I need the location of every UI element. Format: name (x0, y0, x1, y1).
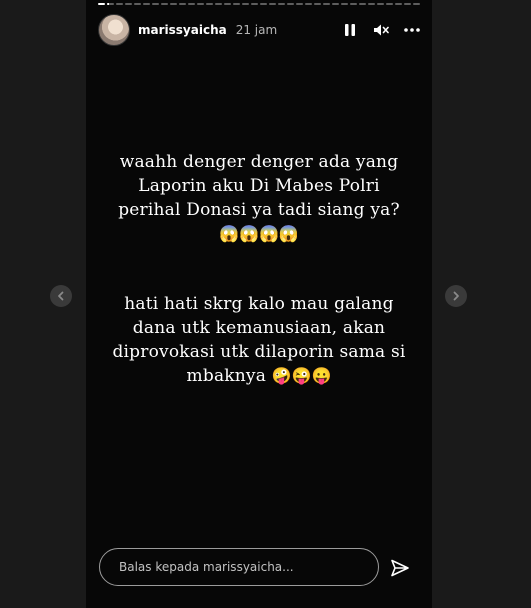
progress-segment (386, 3, 393, 5)
progress-segment (206, 3, 213, 5)
story-paragraph: waahh denger denger ada yang Laporin aku… (109, 150, 409, 246)
progress-segment (134, 3, 141, 5)
avatar[interactable] (98, 14, 130, 46)
progress-segment (260, 3, 267, 5)
progress-segment (116, 3, 123, 5)
progress-segment (314, 3, 321, 5)
progress-fill (107, 3, 110, 5)
progress-segment (350, 3, 357, 5)
text-line: hati hati skrg kalo mau galang (124, 294, 394, 314)
progress-segment (161, 3, 168, 5)
chevron-right-icon (453, 291, 459, 301)
text-line: perihal Donasi ya tadi siang ya? (118, 200, 400, 220)
progress-segment (287, 3, 294, 5)
story-progress-bar (98, 3, 420, 5)
progress-segment (368, 3, 375, 5)
progress-segment (233, 3, 240, 5)
story-text: waahh denger denger ada yang Laporin aku… (86, 150, 432, 388)
story-controls (342, 22, 420, 38)
text-line: dana utk kemanusiaan, akan (132, 318, 386, 338)
text-line: mbaknya 🤪😜😛 (109, 364, 409, 388)
text-line: Laporin aku Di Mabes Polri (138, 176, 380, 196)
username[interactable]: marissyaicha (138, 23, 227, 37)
progress-segment (197, 3, 204, 5)
progress-segment (125, 3, 132, 5)
progress-segment (296, 3, 303, 5)
progress-segment (341, 3, 348, 5)
emoji-fragment: 🤪😜😛 (271, 366, 332, 385)
progress-fill (98, 3, 105, 5)
progress-segment (98, 3, 105, 5)
progress-segment (413, 3, 420, 5)
progress-segment (242, 3, 249, 5)
progress-segment (395, 3, 402, 5)
reply-field[interactable] (99, 548, 379, 586)
progress-segment (143, 3, 150, 5)
more-options-icon (404, 28, 420, 32)
story-header: marissyaicha 21 jam (98, 14, 420, 46)
progress-segment (332, 3, 339, 5)
progress-segment (152, 3, 159, 5)
text-line: diprovokasi utk dilaporin sama si (112, 342, 406, 362)
more-options-button[interactable] (404, 22, 420, 38)
progress-segment (107, 3, 114, 5)
progress-segment (359, 3, 366, 5)
progress-segment (224, 3, 231, 5)
pause-button[interactable] (342, 22, 358, 38)
speaker-muted-icon (374, 24, 389, 36)
progress-segment (305, 3, 312, 5)
progress-segment (215, 3, 222, 5)
text-line: waahh denger denger ada yang (119, 152, 399, 172)
send-button[interactable] (389, 557, 411, 579)
text-fragment: mbaknya (186, 366, 267, 386)
progress-segment (323, 3, 330, 5)
mute-button[interactable] (373, 22, 389, 38)
progress-segment (278, 3, 285, 5)
next-story-button[interactable] (445, 285, 467, 307)
progress-segment (404, 3, 411, 5)
progress-segment (251, 3, 258, 5)
progress-segment (377, 3, 384, 5)
progress-segment (188, 3, 195, 5)
reply-input[interactable] (117, 559, 371, 575)
previous-story-button[interactable] (50, 285, 72, 307)
emoji-line: 😱😱😱😱 (219, 224, 299, 243)
progress-segment (269, 3, 276, 5)
pause-icon (345, 24, 355, 36)
timestamp: 21 jam (235, 23, 278, 37)
story-paragraph: hati hati skrg kalo mau galang dana utk … (109, 292, 409, 388)
story-viewer: marissyaicha 21 jam waahh denger denger … (86, 0, 432, 608)
progress-segment (179, 3, 186, 5)
send-icon (391, 559, 409, 577)
chevron-left-icon (58, 291, 64, 301)
progress-segment (170, 3, 177, 5)
